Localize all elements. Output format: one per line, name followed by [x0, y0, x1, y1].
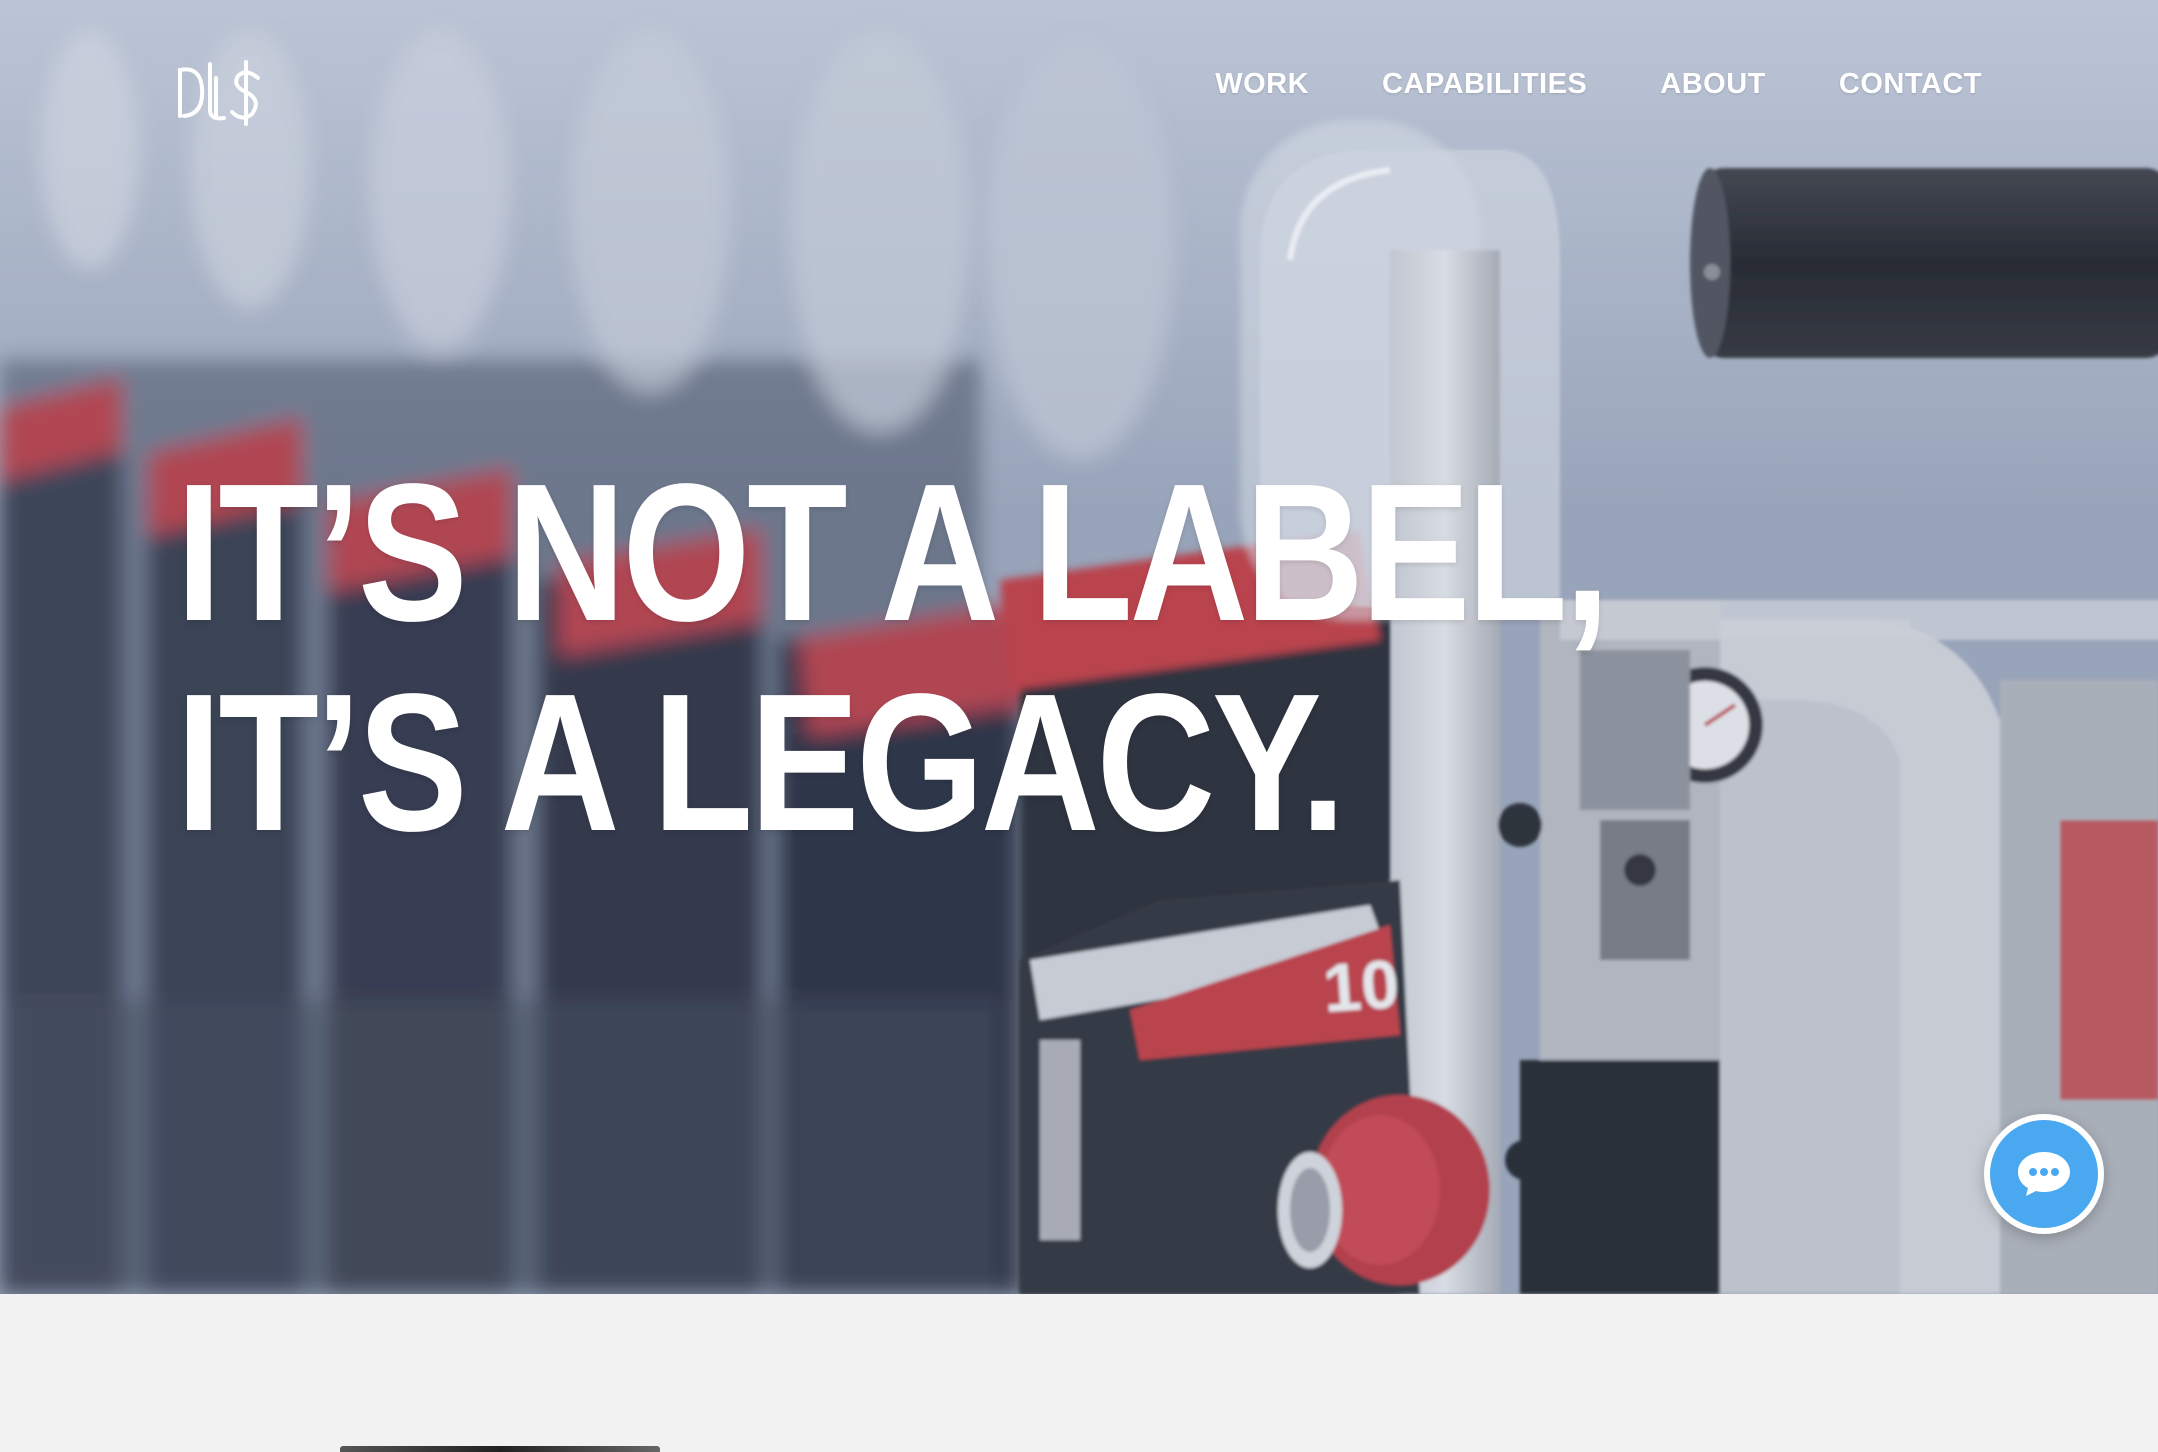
nav-item-capabilities[interactable]: CAPABILITIES: [1382, 68, 1587, 101]
hero-section: 10 WORK CAPABILITIES ABOUT CONTACT IT’S …: [0, 0, 2158, 1294]
chat-button[interactable]: [1984, 1114, 2104, 1234]
hero-headline-line-2: IT’S A LEGACY.: [176, 653, 1346, 872]
chat-button-inner: [1990, 1120, 2098, 1228]
hero-headline-line-1: IT’S NOT A LABEL,: [176, 443, 1610, 662]
nav-item-contact[interactable]: CONTACT: [1839, 68, 1982, 101]
nav-item-work[interactable]: WORK: [1215, 68, 1309, 101]
nav-item-about[interactable]: ABOUT: [1660, 68, 1766, 101]
dls-monogram-icon: [178, 60, 260, 126]
main-nav: WORK CAPABILITIES ABOUT CONTACT: [1215, 64, 1982, 104]
chat-bubble-icon: [2018, 1152, 2070, 1196]
hero-headline: IT’S NOT A LABEL, IT’S A LEGACY.: [176, 443, 1610, 872]
site-logo[interactable]: [176, 58, 268, 126]
content-section: [0, 1294, 2158, 1452]
content-image-peek: [340, 1446, 660, 1452]
